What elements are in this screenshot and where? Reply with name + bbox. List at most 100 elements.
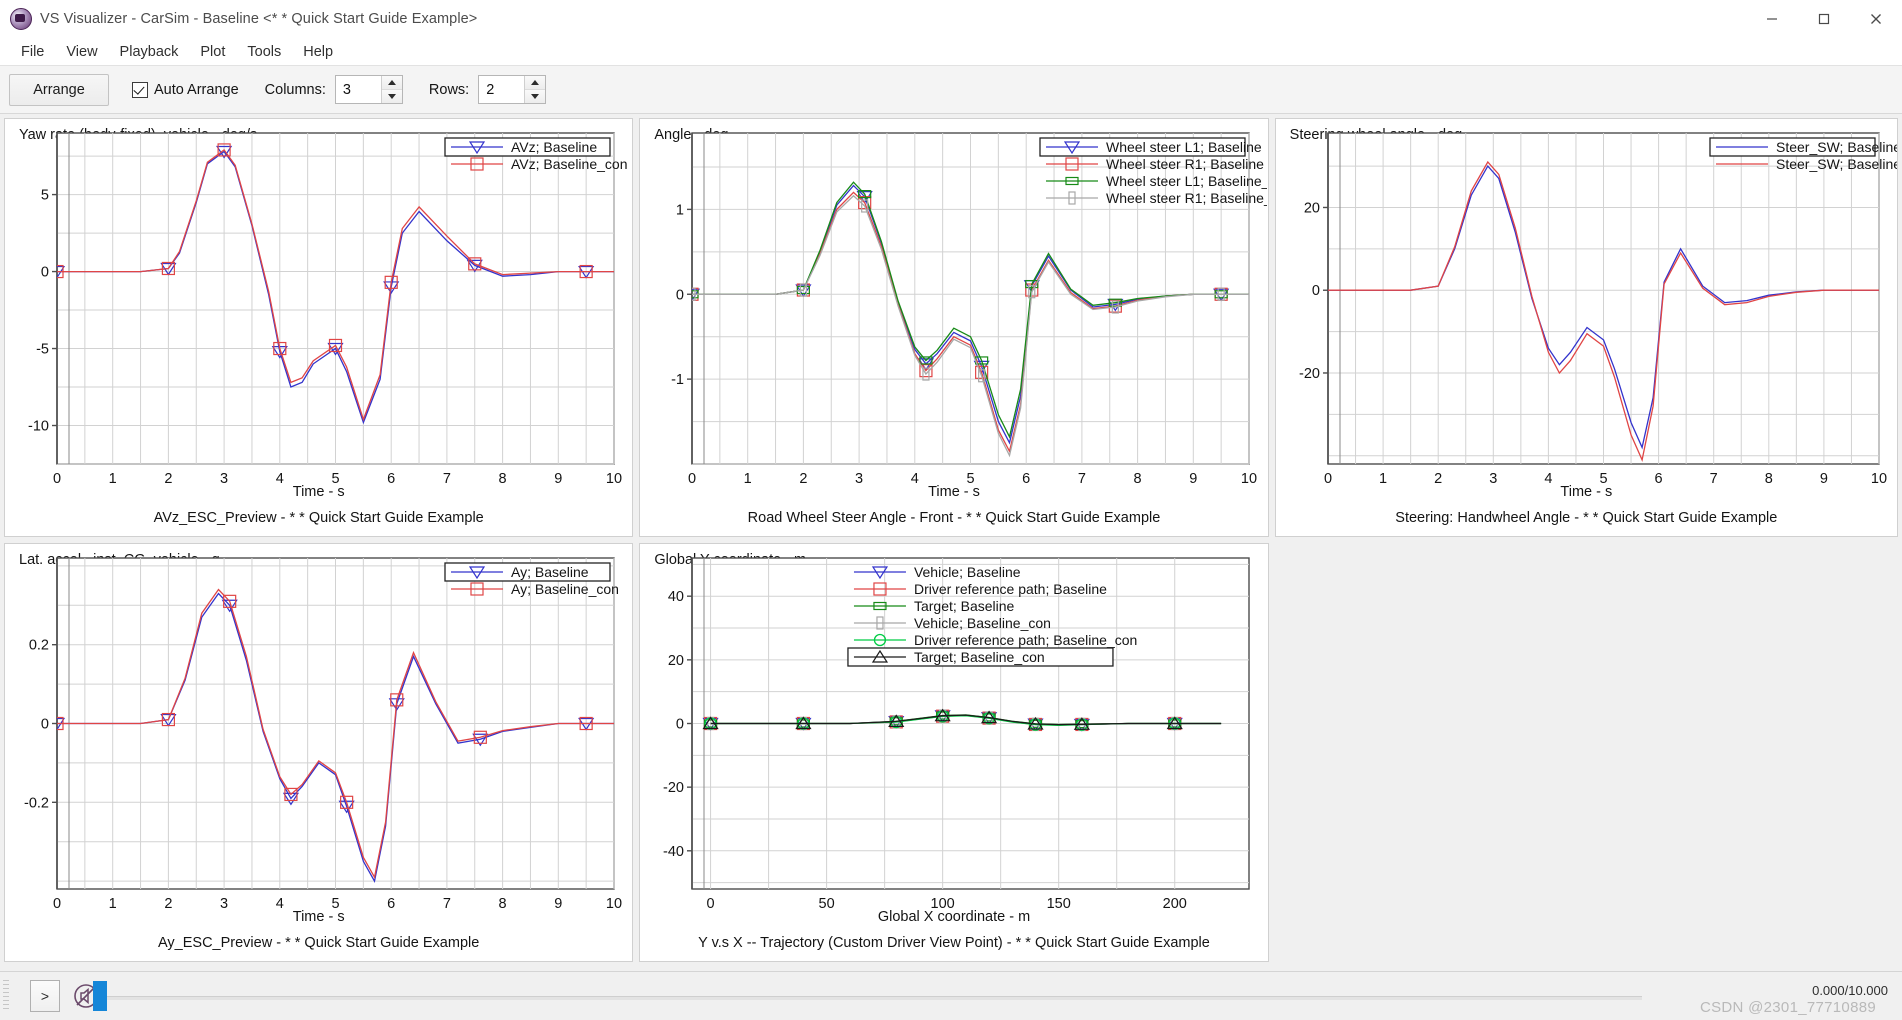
svg-text:AVz; Baseline_con: AVz; Baseline_con — [511, 156, 627, 172]
svg-text:-5: -5 — [36, 342, 49, 358]
plot-caption: Y v.s X -- Trajectory (Custom Driver Vie… — [698, 935, 1210, 951]
svg-text:0: 0 — [1324, 471, 1332, 486]
svg-text:200: 200 — [1163, 896, 1187, 911]
plot-canvas[interactable]: 5 0 -5 -10 0 1 2 3 4 5 6 7 8 9 10 AVz; Baseline AVz; Bas… — [5, 119, 632, 487]
app-logo-icon — [10, 8, 32, 30]
playback-slider-handle[interactable] — [93, 981, 107, 1011]
rows-label: Rows: — [428, 81, 470, 98]
minimize-button[interactable] — [1746, 0, 1798, 38]
columns-increment-button[interactable] — [381, 76, 402, 90]
plot-canvas[interactable]: 40 20 0 -20 -40 0 50 100 150 200 Vehicle; Baseline… — [640, 544, 1267, 912]
svg-text:100: 100 — [931, 896, 955, 911]
svg-text:6: 6 — [387, 896, 395, 911]
columns-stepper[interactable]: 3 — [334, 75, 403, 104]
svg-text:4: 4 — [276, 896, 284, 911]
plot-panel-steering-wheel-angle[interactable]: Steering wheel angle - deg 200-200123456… — [1274, 118, 1902, 537]
plot-caption: AVz_ESC_Preview - * * Quick Start Guide … — [153, 510, 484, 526]
plot-panel-wheel-steer-angle[interactable]: Angle - deg 1 0 -1 0 1 2 3 4 5 6 7 8 9 10 Wheel steer … — [639, 118, 1295, 537]
menu-file[interactable]: File — [10, 42, 55, 62]
svg-text:5: 5 — [331, 471, 339, 486]
watermark-text: CSDN @2301_77710889 — [1699, 999, 1876, 1016]
plot-x-axis-label: Time - s — [928, 484, 980, 500]
svg-text:2: 2 — [164, 896, 172, 911]
svg-text:-20: -20 — [663, 780, 684, 796]
plot-workspace: Yaw rate (body-fixed), vehicle - deg/s 5… — [0, 114, 1902, 971]
columns-value[interactable]: 3 — [336, 76, 381, 103]
svg-text:0: 0 — [688, 471, 696, 486]
svg-text:-20: -20 — [1299, 366, 1320, 382]
svg-text:10: 10 — [606, 471, 622, 486]
svg-text:3: 3 — [1489, 471, 1497, 486]
svg-text:7: 7 — [443, 896, 451, 911]
svg-text:Vehicle; Baseline: Vehicle; Baseline — [914, 564, 1021, 580]
svg-text:0: 0 — [53, 471, 61, 486]
svg-text:-10: -10 — [28, 419, 49, 435]
chevron-down-icon — [387, 94, 396, 99]
play-button[interactable]: > — [30, 980, 60, 1012]
svg-text:Target; Baseline: Target; Baseline — [914, 598, 1015, 614]
plot-x-axis-label: Time - s — [292, 909, 345, 925]
plot-canvas[interactable]: 20 0 -20 0 1 2 3 4 5 6 7 8 9 10 Steer_SW; Baseline Stee… — [1276, 119, 1902, 487]
arrange-button[interactable]: Arrange — [9, 73, 109, 106]
close-button[interactable] — [1850, 0, 1902, 38]
auto-arrange-checkbox[interactable]: Auto Arrange — [132, 81, 239, 98]
rows-increment-button[interactable] — [525, 76, 546, 90]
menu-plot[interactable]: Plot — [189, 42, 236, 62]
svg-text:7: 7 — [1709, 471, 1717, 486]
svg-text:Wheel steer R1; Baseline_con: Wheel steer R1; Baseline_con — [1106, 190, 1267, 206]
chevron-down-icon — [531, 94, 540, 99]
title-bar: VS Visualizer - CarSim - Baseline <* * Q… — [0, 0, 1902, 39]
svg-text:150: 150 — [1047, 896, 1071, 911]
plot-x-axis-label: Time - s — [1560, 484, 1613, 500]
menu-view[interactable]: View — [55, 42, 108, 62]
svg-text:-1: -1 — [671, 372, 684, 388]
svg-text:5: 5 — [1599, 471, 1607, 486]
svg-text:20: 20 — [1304, 200, 1320, 216]
svg-text:8: 8 — [499, 471, 507, 486]
svg-text:0: 0 — [41, 717, 49, 733]
vs-visualizer-window: VS Visualizer - CarSim - Baseline <* * Q… — [0, 0, 1902, 1020]
rows-value[interactable]: 2 — [479, 76, 524, 103]
svg-text:8: 8 — [499, 896, 507, 911]
svg-text:3: 3 — [220, 471, 228, 486]
plot-panel-trajectory[interactable]: Global Y coordinate - m 40200-20-4005010… — [639, 543, 1269, 962]
svg-text:0.2: 0.2 — [29, 638, 49, 654]
svg-text:1: 1 — [744, 471, 752, 486]
menu-help[interactable]: Help — [292, 42, 344, 62]
rows-stepper-buttons — [524, 76, 546, 103]
rows-decrement-button[interactable] — [525, 90, 546, 103]
svg-text:8: 8 — [1764, 471, 1772, 486]
svg-text:-0.2: -0.2 — [24, 795, 49, 811]
window-title: VS Visualizer - CarSim - Baseline <* * Q… — [40, 11, 478, 27]
plot-caption: Road Wheel Steer Angle - Front - * * Qui… — [747, 510, 1161, 526]
columns-decrement-button[interactable] — [381, 90, 402, 103]
svg-text:AVz; Baseline: AVz; Baseline — [511, 139, 597, 155]
svg-text:4: 4 — [276, 471, 284, 486]
plot-panel-lat-accel[interactable]: Lat. accel., inst. CG, vehicle - g 0.20-… — [4, 543, 634, 962]
svg-text:9: 9 — [1820, 471, 1828, 486]
maximize-button[interactable] — [1798, 0, 1850, 38]
rows-stepper[interactable]: 2 — [478, 75, 547, 104]
svg-text:Ay; Baseline_con: Ay; Baseline_con — [511, 581, 619, 597]
menu-tools[interactable]: Tools — [236, 42, 292, 62]
svg-text:Target; Baseline_con: Target; Baseline_con — [914, 649, 1045, 665]
playback-track[interactable] — [95, 996, 1642, 1000]
window-controls — [1746, 0, 1902, 38]
svg-text:10: 10 — [606, 896, 622, 911]
playback-status-bar: > 0.000/10.000 CSDN @2301_77710889 — [0, 971, 1902, 1020]
svg-text:50: 50 — [819, 896, 835, 911]
time-readout: 0.000/10.000 — [1812, 983, 1888, 998]
plot-canvas[interactable]: 0.2 0 -0.2 0 1 2 3 4 5 6 7 8 9 10 Ay; Baseline Ay; Base… — [5, 544, 632, 912]
svg-text:Driver reference path; Baselin: Driver reference path; Baseline_con — [914, 632, 1137, 648]
svg-text:4: 4 — [911, 471, 919, 486]
plot-row-1: Yaw rate (body-fixed), vehicle - deg/s 5… — [4, 118, 1902, 537]
plot-panel-yaw-rate[interactable]: Yaw rate (body-fixed), vehicle - deg/s 5… — [4, 118, 634, 537]
svg-text:7: 7 — [1078, 471, 1086, 486]
menu-playback[interactable]: Playback — [109, 42, 190, 62]
svg-text:0: 0 — [41, 265, 49, 281]
scroll-grip — [0, 972, 12, 1020]
svg-text:7: 7 — [443, 471, 451, 486]
svg-text:6: 6 — [387, 471, 395, 486]
svg-text:1: 1 — [1379, 471, 1387, 486]
plot-canvas[interactable]: 1 0 -1 0 1 2 3 4 5 6 7 8 9 10 Wheel steer L1; Baseline… — [640, 119, 1295, 487]
